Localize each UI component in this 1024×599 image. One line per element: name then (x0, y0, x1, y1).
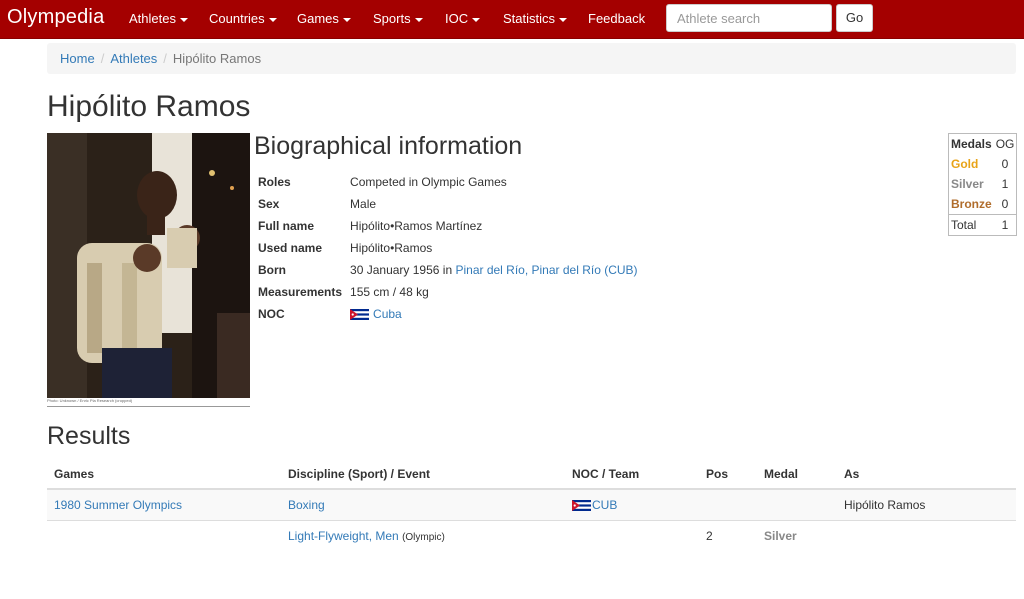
bio-value: Cuba (346, 303, 642, 325)
bio-label: Used name (258, 241, 323, 255)
bio-label: Roles (258, 175, 291, 189)
bio-label: Full name (258, 219, 315, 233)
pos-cell: 2 (699, 519, 757, 551)
cuba-flag-icon (572, 500, 591, 512)
breadcrumb-current: Hipólito Ramos (172, 51, 262, 66)
chevron-down-icon (342, 17, 351, 22)
event-link[interactable]: Light-Flyweight, Men (288, 529, 399, 543)
chevron-down-icon (472, 17, 481, 22)
medal-cell: Silver (757, 519, 837, 551)
chevron-down-icon (268, 17, 277, 22)
athlete-photo-image (47, 133, 250, 398)
bronze-count: 0 (1001, 197, 1009, 211)
bio-table: Roles Competed in Olympic Games Sex Male… (254, 171, 642, 325)
medals-header-og: OG (995, 137, 1015, 151)
bio-section-title: Biographical information (254, 132, 523, 160)
event-note: (Olympic) (402, 531, 445, 543)
noc-cell: CUB (565, 488, 699, 520)
medal-cell (757, 488, 837, 520)
brand-logo[interactable]: Olympedia (7, 6, 104, 29)
col-header-pos: Pos (699, 459, 757, 490)
medals-silver-row: Silver 1 (949, 174, 1017, 194)
page-title: Hipólito Ramos (47, 90, 251, 123)
bio-row-full-name: Full name Hipólito•Ramos Martínez (254, 215, 642, 237)
results-section-title: Results (47, 422, 131, 450)
as-cell: Hipólito Ramos (837, 488, 1016, 520)
nav-athletes[interactable]: Athletes (129, 11, 188, 26)
bronze-label: Bronze (951, 197, 992, 211)
bio-row-measurements: Measurements 155 cm / 48 kg (254, 281, 642, 303)
results-header-row: Games Discipline (Sport) / Event NOC / T… (47, 459, 1016, 490)
games-cell: 1980 Summer Olympics (47, 488, 281, 520)
sport-link[interactable]: Boxing (288, 498, 325, 512)
medals-header-row: Medals OG (949, 134, 1017, 155)
gold-label: Gold (951, 157, 979, 171)
breadcrumb-home[interactable]: Home (60, 51, 95, 66)
bio-value: Competed in Olympic Games (350, 175, 507, 189)
nav-statistics[interactable]: Statistics (503, 11, 568, 26)
breadcrumb: Home / Athletes / Hipólito Ramos (47, 43, 1016, 74)
col-header-medal: Medal (757, 459, 837, 490)
bio-value: Male (350, 197, 377, 211)
silver-count: 1 (1001, 177, 1009, 191)
chevron-down-icon (414, 17, 423, 22)
event-cell: Light-Flyweight, Men (Olympic) (281, 519, 565, 551)
photo-caption: Photo: Unknown / Enric Pla Research (cro… (47, 398, 250, 407)
total-label: Total (948, 214, 994, 236)
pos-cell (699, 488, 757, 520)
bio-label: Measurements (258, 285, 343, 299)
breadcrumb-athletes[interactable]: Athletes (110, 51, 157, 66)
bio-label: NOC (258, 307, 285, 321)
col-header-as: As (837, 459, 1016, 490)
bio-label: Born (258, 263, 286, 277)
breadcrumb-separator: / (100, 51, 105, 66)
games-cell (47, 519, 281, 551)
chevron-down-icon (179, 17, 188, 22)
games-link[interactable]: 1980 Summer Olympics (54, 498, 182, 512)
table-row: 1980 Summer Olympics Boxing CUB Hipólito… (47, 488, 1016, 520)
bio-row-sex: Sex Male (254, 193, 642, 215)
bio-row-noc: NOC Cuba (254, 303, 642, 325)
medals-summary-table: Medals OG Gold 0 Silver 1 Bronze 0 Total… (948, 133, 1018, 236)
col-header-noc: NOC / Team (565, 459, 699, 490)
bio-row-roles: Roles Competed in Olympic Games (254, 171, 642, 193)
as-cell (837, 519, 1016, 551)
medals-total-row: Total 1 (948, 214, 1017, 236)
col-header-games: Games (47, 459, 281, 490)
results-table: Games Discipline (Sport) / Event NOC / T… (47, 459, 1016, 551)
bio-value: 155 cm / 48 kg (350, 285, 429, 299)
birthplace-link[interactable]: Pinar del Río, Pinar del Río (CUB) (455, 263, 637, 277)
nav-sports[interactable]: Sports (373, 11, 423, 26)
chevron-down-icon (559, 17, 568, 22)
cuba-flag-icon (350, 309, 370, 321)
bio-value: Hipólito•Ramos Martínez (350, 219, 483, 233)
nav-feedback[interactable]: Feedback (588, 11, 645, 26)
gold-count: 0 (1001, 157, 1009, 171)
discipline-cell: Boxing (281, 488, 565, 520)
medals-bronze-row: Bronze 0 (949, 194, 1017, 215)
col-header-discipline: Discipline (Sport) / Event (281, 459, 565, 490)
born-date: 30 January 1956 in (350, 263, 456, 277)
noc-cell (565, 519, 699, 551)
total-count: 1 (993, 214, 1017, 236)
bio-value: Hipólito•Ramos (350, 241, 433, 255)
bio-value: 30 January 1956 in Pinar del Río, Pinar … (346, 259, 642, 281)
bio-row-born: Born 30 January 1956 in Pinar del Río, P… (254, 259, 642, 281)
athlete-search-input[interactable] (666, 4, 832, 32)
noc-link[interactable]: Cuba (373, 307, 402, 321)
bio-label: Sex (258, 197, 280, 211)
breadcrumb-separator: / (163, 51, 167, 66)
nav-games[interactable]: Games (297, 11, 351, 26)
bio-row-used-name: Used name Hipólito•Ramos (254, 237, 642, 259)
medals-header-label: Medals (951, 137, 992, 151)
nav-countries[interactable]: Countries (209, 11, 277, 26)
search-go-button[interactable]: Go (836, 4, 873, 32)
athlete-photo (47, 133, 250, 398)
nav-ioc[interactable]: IOC (445, 11, 481, 26)
noc-team-link[interactable]: CUB (592, 498, 617, 512)
medals-gold-row: Gold 0 (949, 154, 1017, 174)
silver-label: Silver (951, 177, 984, 191)
table-row: Light-Flyweight, Men (Olympic) 2 Silver (47, 519, 1016, 551)
top-navbar: Olympedia Athletes Countries Games Sport… (0, 0, 1024, 39)
